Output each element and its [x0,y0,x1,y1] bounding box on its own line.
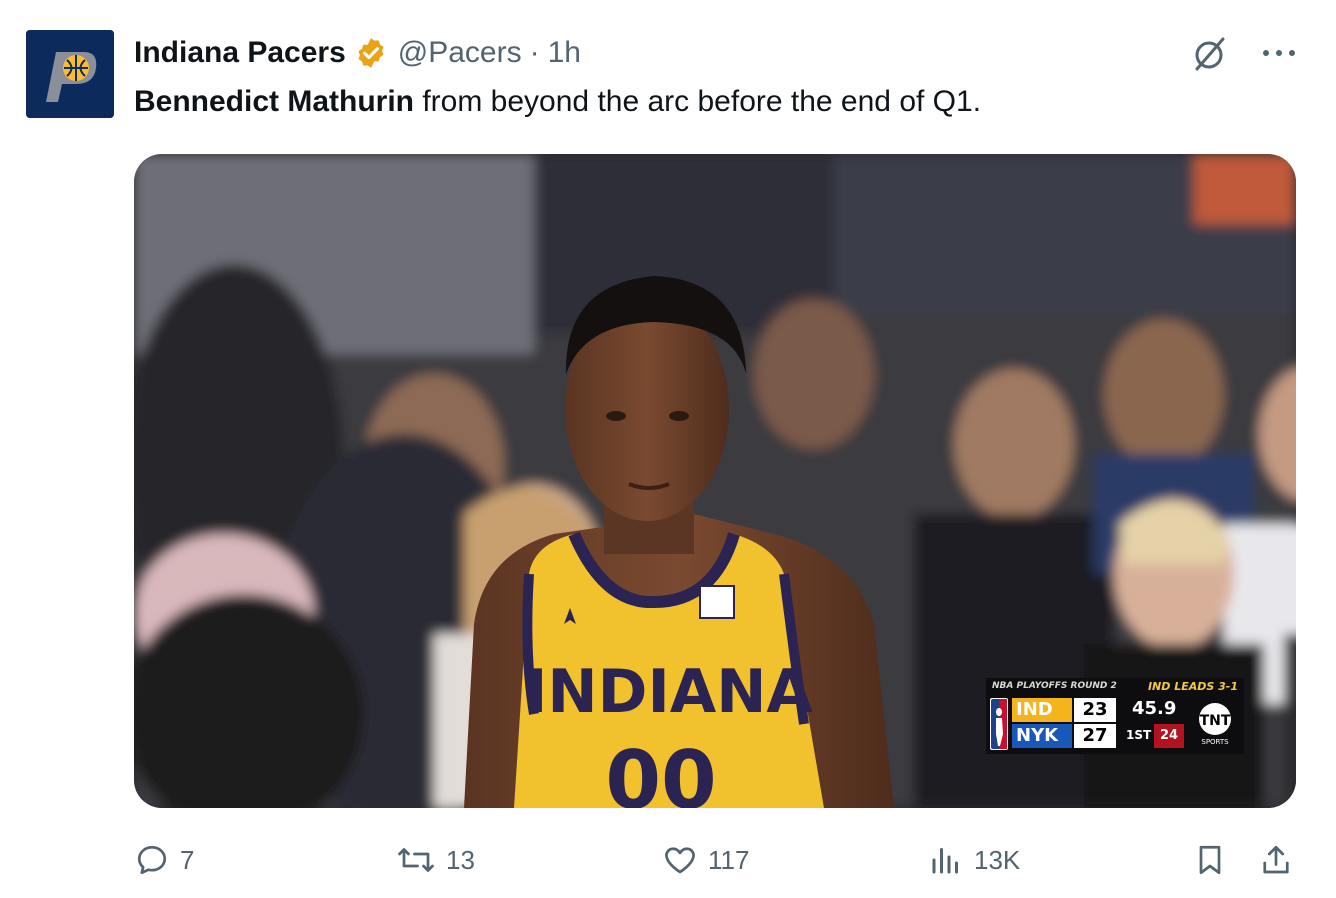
video-media[interactable]: INDIANA 00 NBA PLAYOFFS ROUND 2 IND LEAD… [134,154,1296,808]
tnt-sports-logo-icon: TNT SPORTS [1192,700,1238,746]
pacers-logo-icon [26,30,114,118]
action-bar: 7 13 117 13K [134,838,1296,882]
heart-icon [665,847,695,874]
grok-slash-icon[interactable] [1190,34,1228,72]
views-count: 13K [974,844,1021,875]
scorebug-row-ind: IND 23 [1012,698,1118,722]
network-sub: SPORTS [1201,738,1229,746]
bookmark-icon [1199,845,1221,875]
bookmark-button[interactable] [1192,838,1228,882]
repost-button[interactable]: 13 [396,838,475,882]
jersey-text: INDIANA [525,657,813,727]
quarter: 1ST [1126,728,1152,742]
scorebug-row-nyk: NYK 27 [1012,724,1118,748]
separator-dot: · [529,36,540,69]
repost-count: 13 [446,844,475,875]
scorebug-header-left: NBA PLAYOFFS ROUND 2 [992,681,1117,691]
scorebug: NBA PLAYOFFS ROUND 2 IND LEADS 3-1 IND 2… [986,678,1244,754]
repost-icon [398,848,434,872]
tweet-header: Indiana Pacers @Pacers · 1h [134,30,581,76]
tweet-text: Bennedict Mathurin from beyond the arc b… [134,82,981,122]
views-icon [932,848,958,874]
jersey-number: 00 [605,734,716,808]
network-name: TNT [1200,713,1231,729]
score-nyk: 27 [1074,724,1116,748]
reply-count: 7 [180,844,195,875]
team-ind: IND [1012,698,1072,722]
author-avatar[interactable] [26,30,114,118]
tweet-text-rest: from beyond the arc before the end of Q1… [414,85,982,118]
reply-button[interactable]: 7 [134,838,194,882]
author-handle[interactable]: @Pacers [398,36,522,70]
top-actions [1190,30,1296,76]
post-time[interactable]: 1h [548,36,581,70]
score-ind: 23 [1074,698,1116,722]
verified-badge-icon[interactable] [354,36,388,70]
reply-icon [137,845,167,875]
nba-logo-icon [990,698,1008,750]
author-name[interactable]: Indiana Pacers [134,36,346,70]
share-icon [1263,845,1289,874]
series-status: IND LEADS 3-1 [1147,680,1238,693]
shot-clock: 24 [1154,724,1184,748]
views-button[interactable]: 13K [928,838,1020,882]
team-nyk: NYK [1012,724,1072,748]
game-clock: 45.9 [1132,698,1177,719]
like-button[interactable]: 117 [662,838,749,882]
like-count: 117 [708,844,750,875]
more-options-icon[interactable] [1262,48,1296,58]
share-button[interactable] [1258,838,1294,882]
player-name: Bennedict Mathurin [134,85,415,118]
